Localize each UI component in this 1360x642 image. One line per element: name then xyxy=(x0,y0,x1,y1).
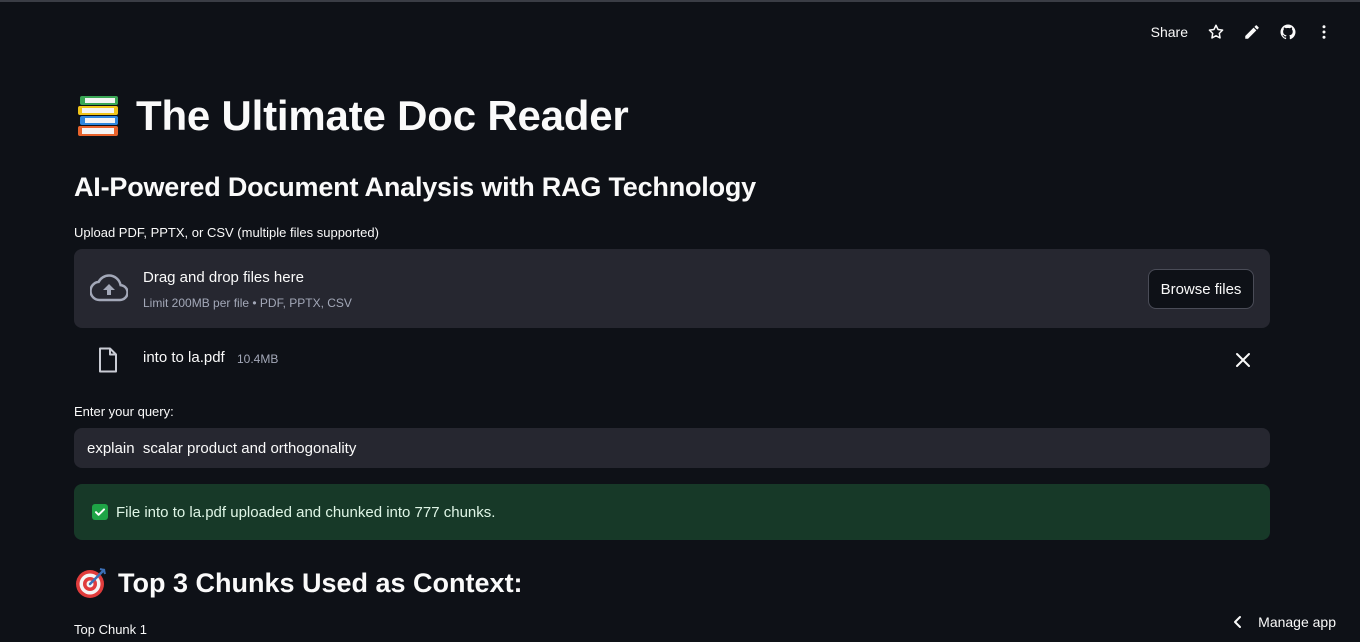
page-subtitle: AI-Powered Document Analysis with RAG Te… xyxy=(74,172,756,202)
top-chunks-heading: Top 3 Chunks Used as Context: xyxy=(118,567,523,598)
page-title-row: The Ultimate Doc Reader xyxy=(76,92,629,140)
upload-label: Upload PDF, PPTX, or CSV (multiple files… xyxy=(74,225,379,240)
chevron-left-icon xyxy=(1234,616,1242,628)
file-icon xyxy=(99,347,117,373)
browse-files-button[interactable]: Browse files xyxy=(1148,269,1254,309)
uploaded-file-size: 10.4MB xyxy=(237,352,279,366)
manage-app-button[interactable]: Manage app xyxy=(1232,614,1336,630)
top-chunks-heading-row: Top 3 Chunks Used as Context: xyxy=(74,566,523,600)
success-alert: File into to la.pdf uploaded and chunked… xyxy=(74,484,1270,540)
app-toolbar: Share xyxy=(1141,18,1342,46)
close-icon[interactable] xyxy=(1234,351,1252,369)
share-button[interactable]: Share xyxy=(1141,24,1198,40)
more-vertical-icon[interactable] xyxy=(1306,18,1342,46)
uploaded-file-row: into to la.pdf 10.4MB xyxy=(74,343,1270,377)
check-icon xyxy=(92,504,108,520)
uploaded-file-name: into to la.pdf xyxy=(143,349,225,366)
query-label: Enter your query: xyxy=(74,404,174,419)
dropzone-title: Drag and drop files here xyxy=(143,269,304,286)
top-chunk-label: Top Chunk 1 xyxy=(74,622,147,637)
window-top-border xyxy=(0,0,1360,2)
dropzone-hint: Limit 200MB per file • PDF, PPTX, CSV xyxy=(143,296,352,310)
target-icon xyxy=(76,568,106,598)
pencil-icon[interactable] xyxy=(1234,18,1270,46)
github-icon[interactable] xyxy=(1270,18,1306,46)
cloud-upload-icon xyxy=(90,274,128,302)
page-title: The Ultimate Doc Reader xyxy=(136,92,629,139)
books-emoji-icon xyxy=(78,96,118,136)
star-icon[interactable] xyxy=(1198,18,1234,46)
manage-app-label: Manage app xyxy=(1258,614,1336,630)
success-message: File into to la.pdf uploaded and chunked… xyxy=(116,503,496,521)
file-dropzone[interactable]: Drag and drop files here Limit 200MB per… xyxy=(74,249,1270,328)
query-input[interactable] xyxy=(74,428,1270,468)
